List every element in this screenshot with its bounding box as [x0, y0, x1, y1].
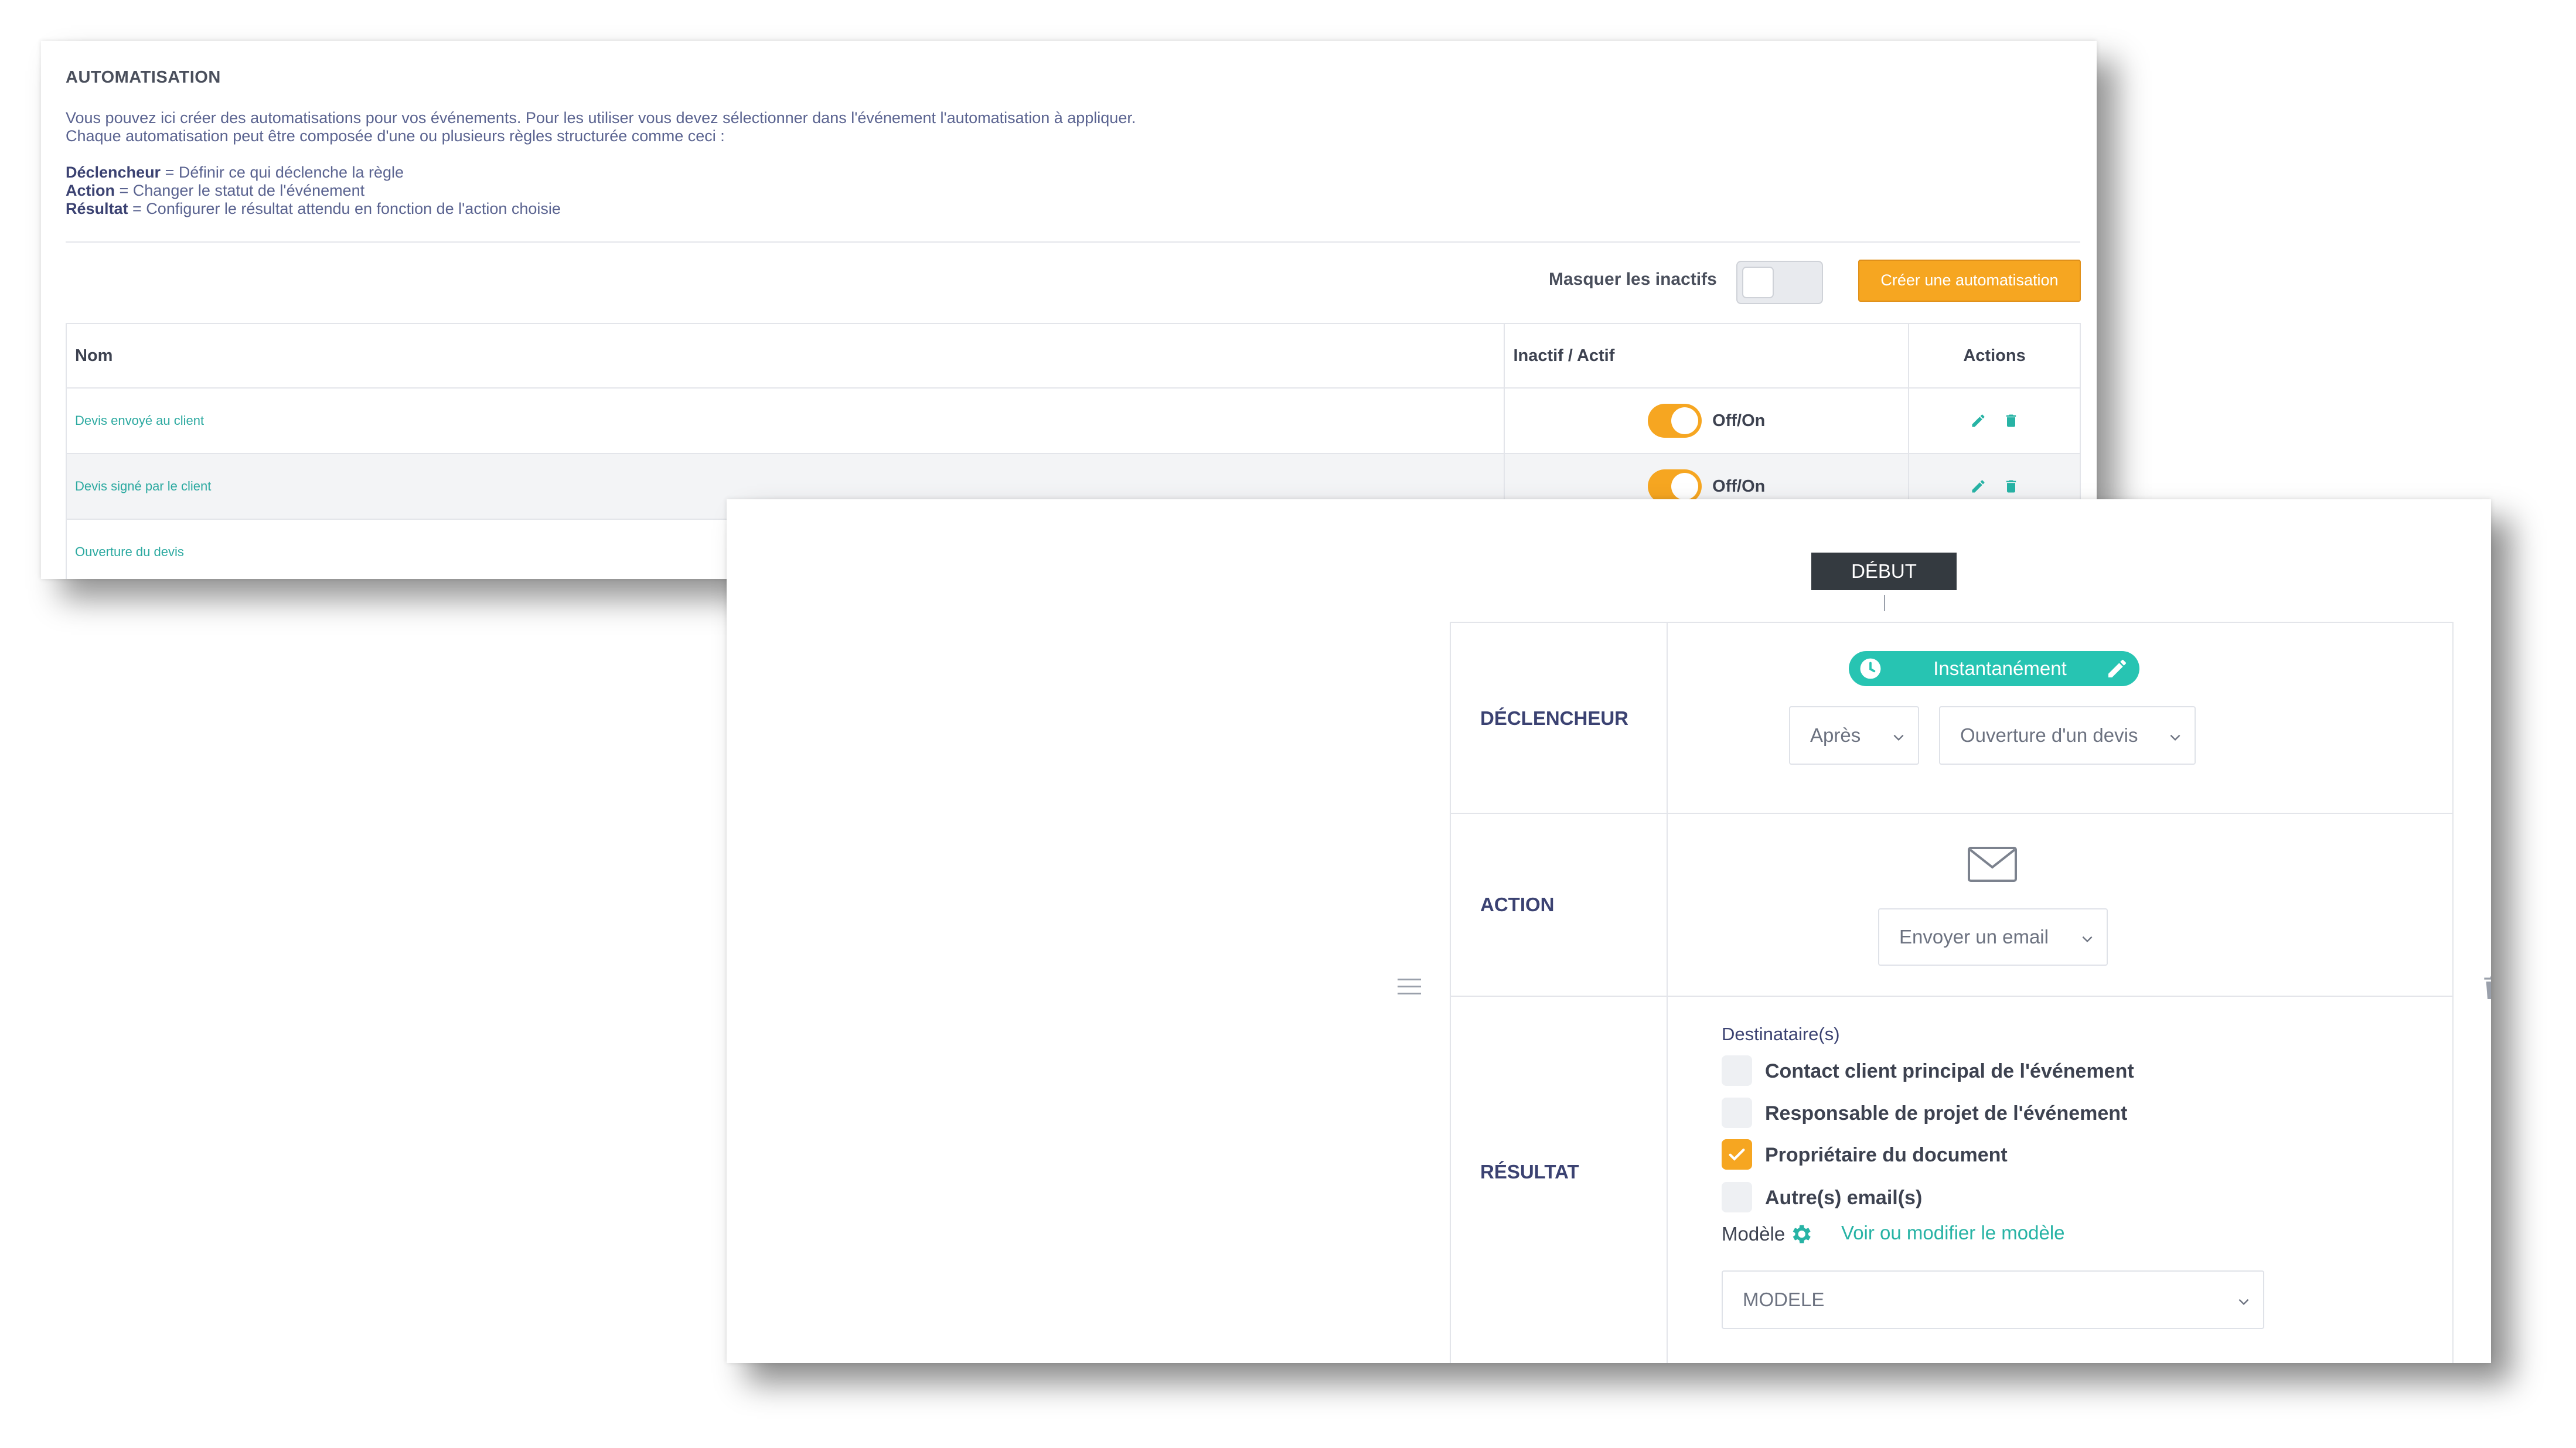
column-header-status[interactable]: Inactif / Actif: [1504, 323, 1910, 389]
trigger-relation-select[interactable]: Après: [1789, 706, 1919, 765]
edit-pencil-icon[interactable]: [1970, 478, 1986, 495]
actions-cell: [1908, 387, 2081, 454]
chevron-down-icon: [2238, 1299, 2249, 1306]
column-header-actions: Actions: [1908, 323, 2081, 389]
hide-inactive-toggle[interactable]: [1736, 261, 1823, 304]
toggle-label: Off/On: [1712, 476, 1766, 496]
rule-trigger: Déclencheur = Définir ce qui déclenche l…: [66, 163, 404, 181]
create-automation-button[interactable]: Créer une automatisation: [1858, 260, 2081, 302]
clock-icon: [1860, 658, 1881, 679]
drag-handle-icon[interactable]: [1396, 976, 1422, 997]
timing-pill[interactable]: Instantanément: [1849, 651, 2139, 686]
status-cell: Off/On: [1504, 387, 1910, 454]
edit-pencil-icon[interactable]: [1970, 413, 1986, 429]
table-row: Devis envoyé au client Off/On: [65, 387, 2081, 454]
envelope-icon: [1968, 847, 2017, 882]
chevron-down-icon: [2082, 936, 2093, 943]
active-toggle[interactable]: [1648, 469, 1702, 503]
chevron-down-icon: [2170, 734, 2180, 741]
divider: [66, 241, 2080, 243]
automation-name-link[interactable]: Devis envoyé au client: [65, 387, 1505, 454]
result-section-label: RÉSULTAT: [1480, 1161, 1579, 1183]
trash-icon[interactable]: [2003, 413, 2019, 429]
checkmark-icon: [1729, 1149, 1745, 1161]
start-label: DÉBUT: [1811, 553, 1957, 590]
column-header-name[interactable]: Nom: [65, 323, 1505, 389]
rule-card: DÉCLENCHEUR Instantanément Après Ouvertu…: [1450, 622, 2454, 1363]
edit-template-link[interactable]: Voir ou modifier le modèle: [1841, 1222, 2065, 1244]
hide-inactive-label: Masquer les inactifs: [1549, 270, 1717, 289]
page-title: AUTOMATISATION: [66, 68, 221, 87]
description-line-1: Vous pouvez ici créer des automatisation…: [66, 109, 1136, 127]
template-select[interactable]: MODELE: [1722, 1270, 2264, 1329]
rule-editor-panel: DÉBUT DÉCLENCHEUR Instantanément Après O…: [727, 499, 2491, 1363]
toggle-label: Off/On: [1712, 411, 1766, 430]
trash-icon[interactable]: [2003, 478, 2019, 495]
checkbox[interactable]: [1722, 1182, 1752, 1212]
checkbox-checked[interactable]: [1722, 1139, 1752, 1170]
timing-pill-label: Instantanément: [1933, 657, 2067, 679]
chevron-down-icon: [1893, 734, 1904, 741]
description-line-2: Chaque automatisation peut être composée…: [66, 127, 725, 145]
recipients-label: Destinataire(s): [1722, 1024, 1840, 1044]
gear-icon[interactable]: [1788, 1222, 1813, 1246]
connector-line: [1884, 595, 1885, 611]
active-toggle[interactable]: [1648, 404, 1702, 438]
trigger-event-select[interactable]: Ouverture d'un devis: [1939, 706, 2196, 765]
action-select[interactable]: Envoyer un email: [1878, 908, 2108, 966]
description: Vous pouvez ici créer des automatisation…: [66, 109, 1136, 218]
template-label: Modèle: [1722, 1223, 1786, 1245]
rule-action: Action = Changer le statut de l'événemen…: [66, 182, 365, 199]
edit-pencil-icon[interactable]: [2105, 657, 2129, 680]
automation-list-panel: AUTOMATISATION Vous pouvez ici créer des…: [41, 41, 2097, 579]
rule-result: Résultat = Configurer le résultat attend…: [66, 200, 561, 217]
checkbox[interactable]: [1722, 1098, 1752, 1128]
checkbox[interactable]: [1722, 1055, 1752, 1086]
trigger-section-label: DÉCLENCHEUR: [1480, 707, 1629, 729]
delete-rule-icon[interactable]: [2482, 973, 2491, 1001]
action-section-label: ACTION: [1480, 894, 1555, 915]
